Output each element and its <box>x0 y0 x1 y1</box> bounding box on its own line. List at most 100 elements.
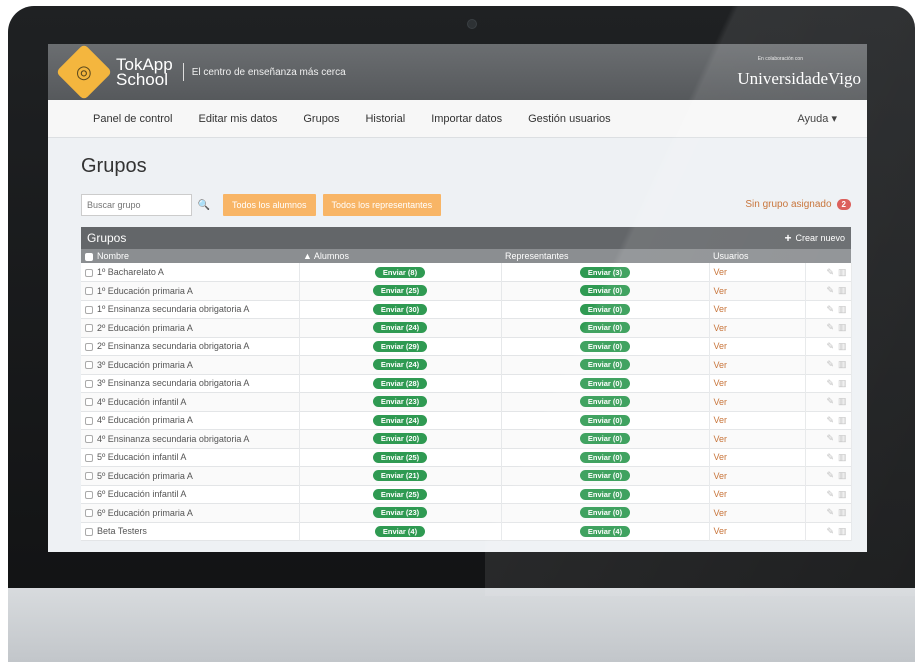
view-users-link[interactable]: Ver <box>714 341 728 351</box>
trash-icon[interactable]: ▥ <box>838 415 847 426</box>
all-representatives-button[interactable]: Todos los representantes <box>322 194 442 216</box>
edit-icon[interactable]: ✎ <box>826 507 834 518</box>
row-checkbox[interactable] <box>85 398 93 407</box>
row-checkbox[interactable] <box>85 305 93 314</box>
send-students-button[interactable]: Enviar (21) <box>372 470 428 482</box>
send-representatives-button[interactable]: Enviar (4) <box>579 525 631 537</box>
send-representatives-button[interactable]: Enviar (0) <box>579 359 631 371</box>
view-users-link[interactable]: Ver <box>714 267 728 277</box>
edit-icon[interactable]: ✎ <box>826 396 834 407</box>
send-representatives-button[interactable]: Enviar (0) <box>579 488 631 500</box>
col-students[interactable]: ▲ Alumnos <box>299 249 501 263</box>
send-students-button[interactable]: Enviar (4) <box>374 525 426 537</box>
row-checkbox[interactable] <box>85 416 93 425</box>
edit-icon[interactable]: ✎ <box>826 489 834 500</box>
row-checkbox[interactable] <box>85 435 93 444</box>
send-students-button[interactable]: Enviar (23) <box>372 507 428 519</box>
view-users-link[interactable]: Ver <box>714 471 728 481</box>
send-representatives-button[interactable]: Enviar (3) <box>579 266 631 278</box>
send-students-button[interactable]: Enviar (20) <box>372 433 428 445</box>
edit-icon[interactable]: ✎ <box>826 322 834 333</box>
nav-user-management[interactable]: Gestión usuarios <box>528 113 611 125</box>
view-users-link[interactable]: Ver <box>714 378 728 388</box>
view-users-link[interactable]: Ver <box>714 360 728 370</box>
send-representatives-button[interactable]: Enviar (0) <box>579 285 631 297</box>
send-students-button[interactable]: Enviar (8) <box>374 266 426 278</box>
edit-icon[interactable]: ✎ <box>826 378 834 389</box>
view-users-link[interactable]: Ver <box>714 397 728 407</box>
send-students-button[interactable]: Enviar (25) <box>372 488 428 500</box>
send-students-button[interactable]: Enviar (25) <box>372 451 428 463</box>
view-users-link[interactable]: Ver <box>714 415 728 425</box>
trash-icon[interactable]: ▥ <box>838 285 847 296</box>
col-name[interactable]: Nombre <box>81 249 299 263</box>
edit-icon[interactable]: ✎ <box>826 452 834 463</box>
view-users-link[interactable]: Ver <box>714 304 728 314</box>
row-checkbox[interactable] <box>85 287 93 296</box>
trash-icon[interactable]: ▥ <box>838 359 847 370</box>
row-checkbox[interactable] <box>85 509 93 518</box>
send-representatives-button[interactable]: Enviar (0) <box>579 451 631 463</box>
row-checkbox[interactable] <box>85 472 93 481</box>
trash-icon[interactable]: ▥ <box>838 341 847 352</box>
view-users-link[interactable]: Ver <box>714 508 728 518</box>
send-representatives-button[interactable]: Enviar (0) <box>579 322 631 334</box>
send-representatives-button[interactable]: Enviar (0) <box>579 414 631 426</box>
send-representatives-button[interactable]: Enviar (0) <box>579 433 631 445</box>
trash-icon[interactable]: ▥ <box>838 470 847 481</box>
trash-icon[interactable]: ▥ <box>838 452 847 463</box>
edit-icon[interactable]: ✎ <box>826 470 834 481</box>
nav-history[interactable]: Historial <box>365 113 405 125</box>
view-users-link[interactable]: Ver <box>714 434 728 444</box>
nav-edit-data[interactable]: Editar mis datos <box>199 113 278 125</box>
nav-import-data[interactable]: Importar datos <box>431 113 502 125</box>
send-students-button[interactable]: Enviar (23) <box>372 396 428 408</box>
send-representatives-button[interactable]: Enviar (0) <box>579 507 631 519</box>
trash-icon[interactable]: ▥ <box>838 433 847 444</box>
no-group-link[interactable]: Sin grupo asignado 2 <box>745 199 851 210</box>
row-checkbox[interactable] <box>85 527 93 536</box>
send-representatives-button[interactable]: Enviar (0) <box>579 396 631 408</box>
view-users-link[interactable]: Ver <box>714 489 728 499</box>
trash-icon[interactable]: ▥ <box>838 267 847 278</box>
trash-icon[interactable]: ▥ <box>838 322 847 333</box>
row-checkbox[interactable] <box>85 361 93 370</box>
all-students-button[interactable]: Todos los alumnos <box>223 194 316 216</box>
create-new-button[interactable]: + Crear nuevo <box>784 231 845 245</box>
send-representatives-button[interactable]: Enviar (0) <box>579 470 631 482</box>
row-checkbox[interactable] <box>85 324 93 333</box>
edit-icon[interactable]: ✎ <box>826 415 834 426</box>
view-users-link[interactable]: Ver <box>714 526 728 536</box>
nav-groups[interactable]: Grupos <box>303 113 339 125</box>
trash-icon[interactable]: ▥ <box>838 526 847 537</box>
send-representatives-button[interactable]: Enviar (0) <box>579 340 631 352</box>
edit-icon[interactable]: ✎ <box>826 267 834 278</box>
send-students-button[interactable]: Enviar (29) <box>372 340 428 352</box>
send-students-button[interactable]: Enviar (30) <box>372 303 428 315</box>
row-checkbox[interactable] <box>85 379 93 388</box>
send-representatives-button[interactable]: Enviar (0) <box>579 303 631 315</box>
view-users-link[interactable]: Ver <box>714 323 728 333</box>
row-checkbox[interactable] <box>85 268 93 277</box>
trash-icon[interactable]: ▥ <box>838 304 847 315</box>
send-students-button[interactable]: Enviar (28) <box>372 377 428 389</box>
trash-icon[interactable]: ▥ <box>838 378 847 389</box>
trash-icon[interactable]: ▥ <box>838 507 847 518</box>
edit-icon[interactable]: ✎ <box>826 433 834 444</box>
edit-icon[interactable]: ✎ <box>826 341 834 352</box>
send-representatives-button[interactable]: Enviar (0) <box>579 377 631 389</box>
trash-icon[interactable]: ▥ <box>838 396 847 407</box>
edit-icon[interactable]: ✎ <box>826 359 834 370</box>
trash-icon[interactable]: ▥ <box>838 489 847 500</box>
nav-panel-control[interactable]: Panel de control <box>93 113 173 125</box>
send-students-button[interactable]: Enviar (24) <box>372 414 428 426</box>
row-checkbox[interactable] <box>85 453 93 462</box>
send-students-button[interactable]: Enviar (24) <box>372 322 428 334</box>
send-students-button[interactable]: Enviar (24) <box>372 359 428 371</box>
edit-icon[interactable]: ✎ <box>826 526 834 537</box>
edit-icon[interactable]: ✎ <box>826 304 834 315</box>
row-checkbox[interactable] <box>85 490 93 499</box>
view-users-link[interactable]: Ver <box>714 452 728 462</box>
search-input[interactable] <box>81 194 192 216</box>
view-users-link[interactable]: Ver <box>714 286 728 296</box>
